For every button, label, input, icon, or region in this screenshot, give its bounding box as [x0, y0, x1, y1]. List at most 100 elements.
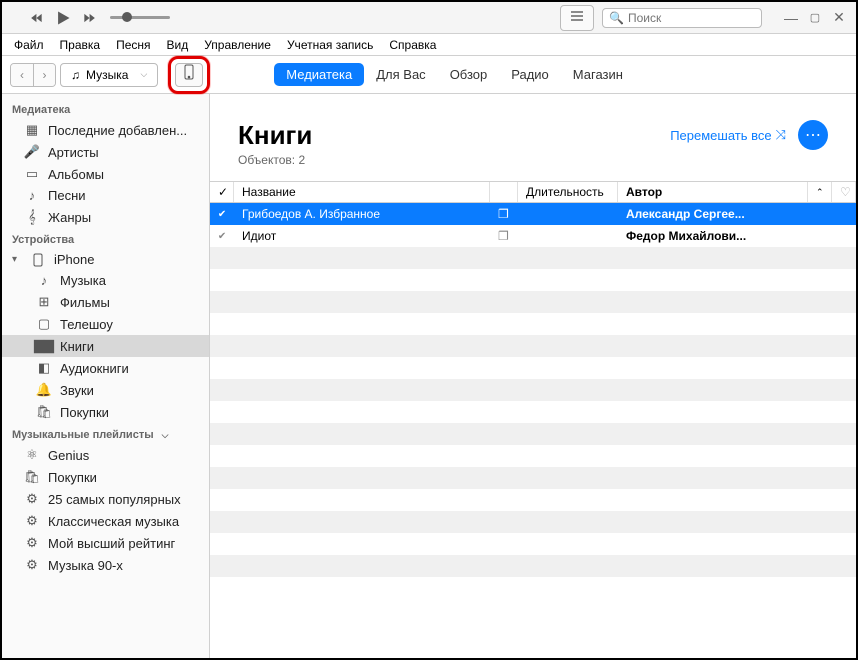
list-view-toggle[interactable]	[560, 5, 594, 31]
gear-icon: ⚙	[24, 491, 40, 507]
gear-icon: ⚙	[24, 557, 40, 573]
chevron-down-icon: ⌵	[140, 69, 147, 80]
tab-browse[interactable]: Обзор	[438, 63, 500, 86]
col-checkmark[interactable]: ✓	[210, 182, 234, 202]
table-row[interactable]: ✔ Грибоедов А. Избранное ❐ Александр Сер…	[210, 203, 856, 225]
music-note-icon: ♫	[71, 68, 80, 82]
menu-account[interactable]: Учетная запись	[279, 36, 381, 54]
sidebar-item-movies[interactable]: ⊞Фильмы	[2, 291, 209, 313]
sidebar-item-purchases2[interactable]: 🛍Покупки	[2, 466, 209, 488]
device-button[interactable]	[175, 63, 203, 87]
shuffle-icon: ⤨	[776, 127, 786, 143]
shuffle-all-button[interactable]: Перемешать все ⤨	[670, 127, 786, 143]
sidebar-item-songs[interactable]: ♪Песни	[2, 185, 209, 206]
tab-for-you[interactable]: Для Вас	[364, 63, 437, 86]
table-row-empty	[210, 445, 856, 467]
col-name[interactable]: Название	[234, 182, 490, 202]
sidebar: Медиатека ▦Последние добавлен... 🎤Артист…	[2, 94, 210, 658]
sidebar-item-artists[interactable]: 🎤Артисты	[2, 141, 209, 163]
main-tabs: Медиатека Для Вас Обзор Радио Магазин	[274, 63, 635, 86]
table-row-empty	[210, 423, 856, 445]
sidebar-item-purchases[interactable]: 🛍Покупки	[2, 401, 209, 423]
checked-icon: ✔	[218, 231, 226, 242]
bag-icon: 🛍	[24, 469, 40, 485]
disclosure-triangle-icon[interactable]: ▾	[12, 254, 22, 265]
menu-controls[interactable]: Управление	[196, 36, 279, 54]
note-icon: ♪	[24, 188, 40, 203]
table-row-empty	[210, 401, 856, 423]
gear-icon: ⚙	[24, 535, 40, 551]
nav-back-forward: ‹ ›	[10, 63, 56, 87]
playback-controls	[26, 7, 100, 29]
sidebar-item-music[interactable]: ♪Музыка	[2, 270, 209, 291]
more-button[interactable]: ⋯	[798, 120, 828, 150]
col-icon[interactable]	[490, 182, 518, 202]
sidebar-item-audiobooks[interactable]: ◧Аудиокниги	[2, 357, 209, 379]
table-header: ✓ Название Длительность Автор ⌃ ♡	[210, 181, 856, 203]
tab-radio[interactable]: Радио	[499, 63, 561, 86]
phone-icon	[184, 64, 194, 85]
bag-icon: 🛍	[36, 404, 52, 420]
book-copy-icon: ❐	[498, 207, 509, 221]
forward-button[interactable]: ›	[33, 64, 55, 86]
table-row-empty	[210, 247, 856, 269]
page-title: Книги	[238, 120, 312, 151]
col-author[interactable]: Автор	[618, 182, 808, 202]
library-dropdown[interactable]: ♫ Музыка ⌵	[60, 63, 158, 87]
minimize-button[interactable]: —	[782, 9, 800, 27]
back-button[interactable]: ‹	[11, 64, 33, 86]
sidebar-item-classical[interactable]: ⚙Классическая музыка	[2, 510, 209, 532]
sidebar-item-top25[interactable]: ⚙25 самых популярных	[2, 488, 209, 510]
menubar: Файл Правка Песня Вид Управление Учетная…	[2, 34, 856, 56]
toolbar: ‹ › ♫ Музыка ⌵ Медиатека Для Вас Обзор Р…	[2, 56, 856, 94]
menu-view[interactable]: Вид	[159, 36, 197, 54]
content-area: Книги Объектов: 2 Перемешать все ⤨ ⋯ ✓ Н…	[210, 94, 856, 658]
sidebar-item-albums[interactable]: ▭Альбомы	[2, 163, 209, 185]
play-button[interactable]	[48, 2, 79, 33]
highlight-annotation	[168, 56, 210, 94]
table-row-empty	[210, 291, 856, 313]
table-row-empty	[210, 313, 856, 335]
menu-song[interactable]: Песня	[108, 36, 158, 54]
table-row[interactable]: ✔ Идиот ❐ Федор Михайлови...	[210, 225, 856, 247]
menu-help[interactable]: Справка	[381, 36, 444, 54]
close-button[interactable]: ✕	[830, 9, 848, 27]
col-duration[interactable]: Длительность	[518, 182, 618, 202]
menu-edit[interactable]: Правка	[52, 36, 109, 54]
table-row-empty	[210, 533, 856, 555]
sidebar-item-90s[interactable]: ⚙Музыка 90-х	[2, 554, 209, 576]
object-count: Объектов: 2	[238, 153, 312, 167]
sidebar-header-devices: Устройства	[2, 228, 209, 249]
sidebar-item-tones[interactable]: 🔔Звуки	[2, 379, 209, 401]
tab-library[interactable]: Медиатека	[274, 63, 364, 86]
book-copy-icon: ❐	[498, 229, 509, 243]
sidebar-item-iphone[interactable]: ▾ iPhone	[2, 249, 209, 270]
note-icon: ♪	[36, 273, 52, 288]
phone-icon	[30, 253, 46, 267]
tab-store[interactable]: Магазин	[561, 63, 635, 86]
sidebar-item-recent[interactable]: ▦Последние добавлен...	[2, 119, 209, 141]
sidebar-header-playlists[interactable]: Музыкальные плейлисты⌵	[2, 423, 209, 444]
table-row-empty	[210, 269, 856, 291]
table-row-empty	[210, 489, 856, 511]
sidebar-item-genius[interactable]: ⚛Genius	[2, 444, 209, 466]
ellipsis-icon: ⋯	[805, 125, 821, 145]
album-icon: ▭	[24, 166, 40, 182]
tv-icon: ▢	[36, 316, 52, 332]
col-sort-indicator[interactable]: ⌃	[808, 182, 832, 202]
sidebar-item-tv[interactable]: ▢Телешоу	[2, 313, 209, 335]
col-love[interactable]: ♡	[832, 182, 856, 202]
volume-slider[interactable]	[110, 16, 170, 19]
sidebar-item-books[interactable]: ▇▇Книги	[2, 335, 209, 357]
maximize-button[interactable]: ▢	[806, 9, 824, 27]
table-row-empty	[210, 335, 856, 357]
prev-button[interactable]	[26, 7, 48, 29]
sort-asc-icon: ⌃	[816, 187, 824, 198]
menu-file[interactable]: Файл	[6, 36, 52, 54]
next-button[interactable]	[78, 7, 100, 29]
sidebar-item-genres[interactable]: 𝄞Жанры	[2, 206, 209, 228]
sidebar-item-toprated[interactable]: ⚙Мой высший рейтинг	[2, 532, 209, 554]
table-row-empty	[210, 379, 856, 401]
checked-icon: ✔	[218, 209, 226, 220]
search-input[interactable]: 🔍	[602, 8, 762, 28]
